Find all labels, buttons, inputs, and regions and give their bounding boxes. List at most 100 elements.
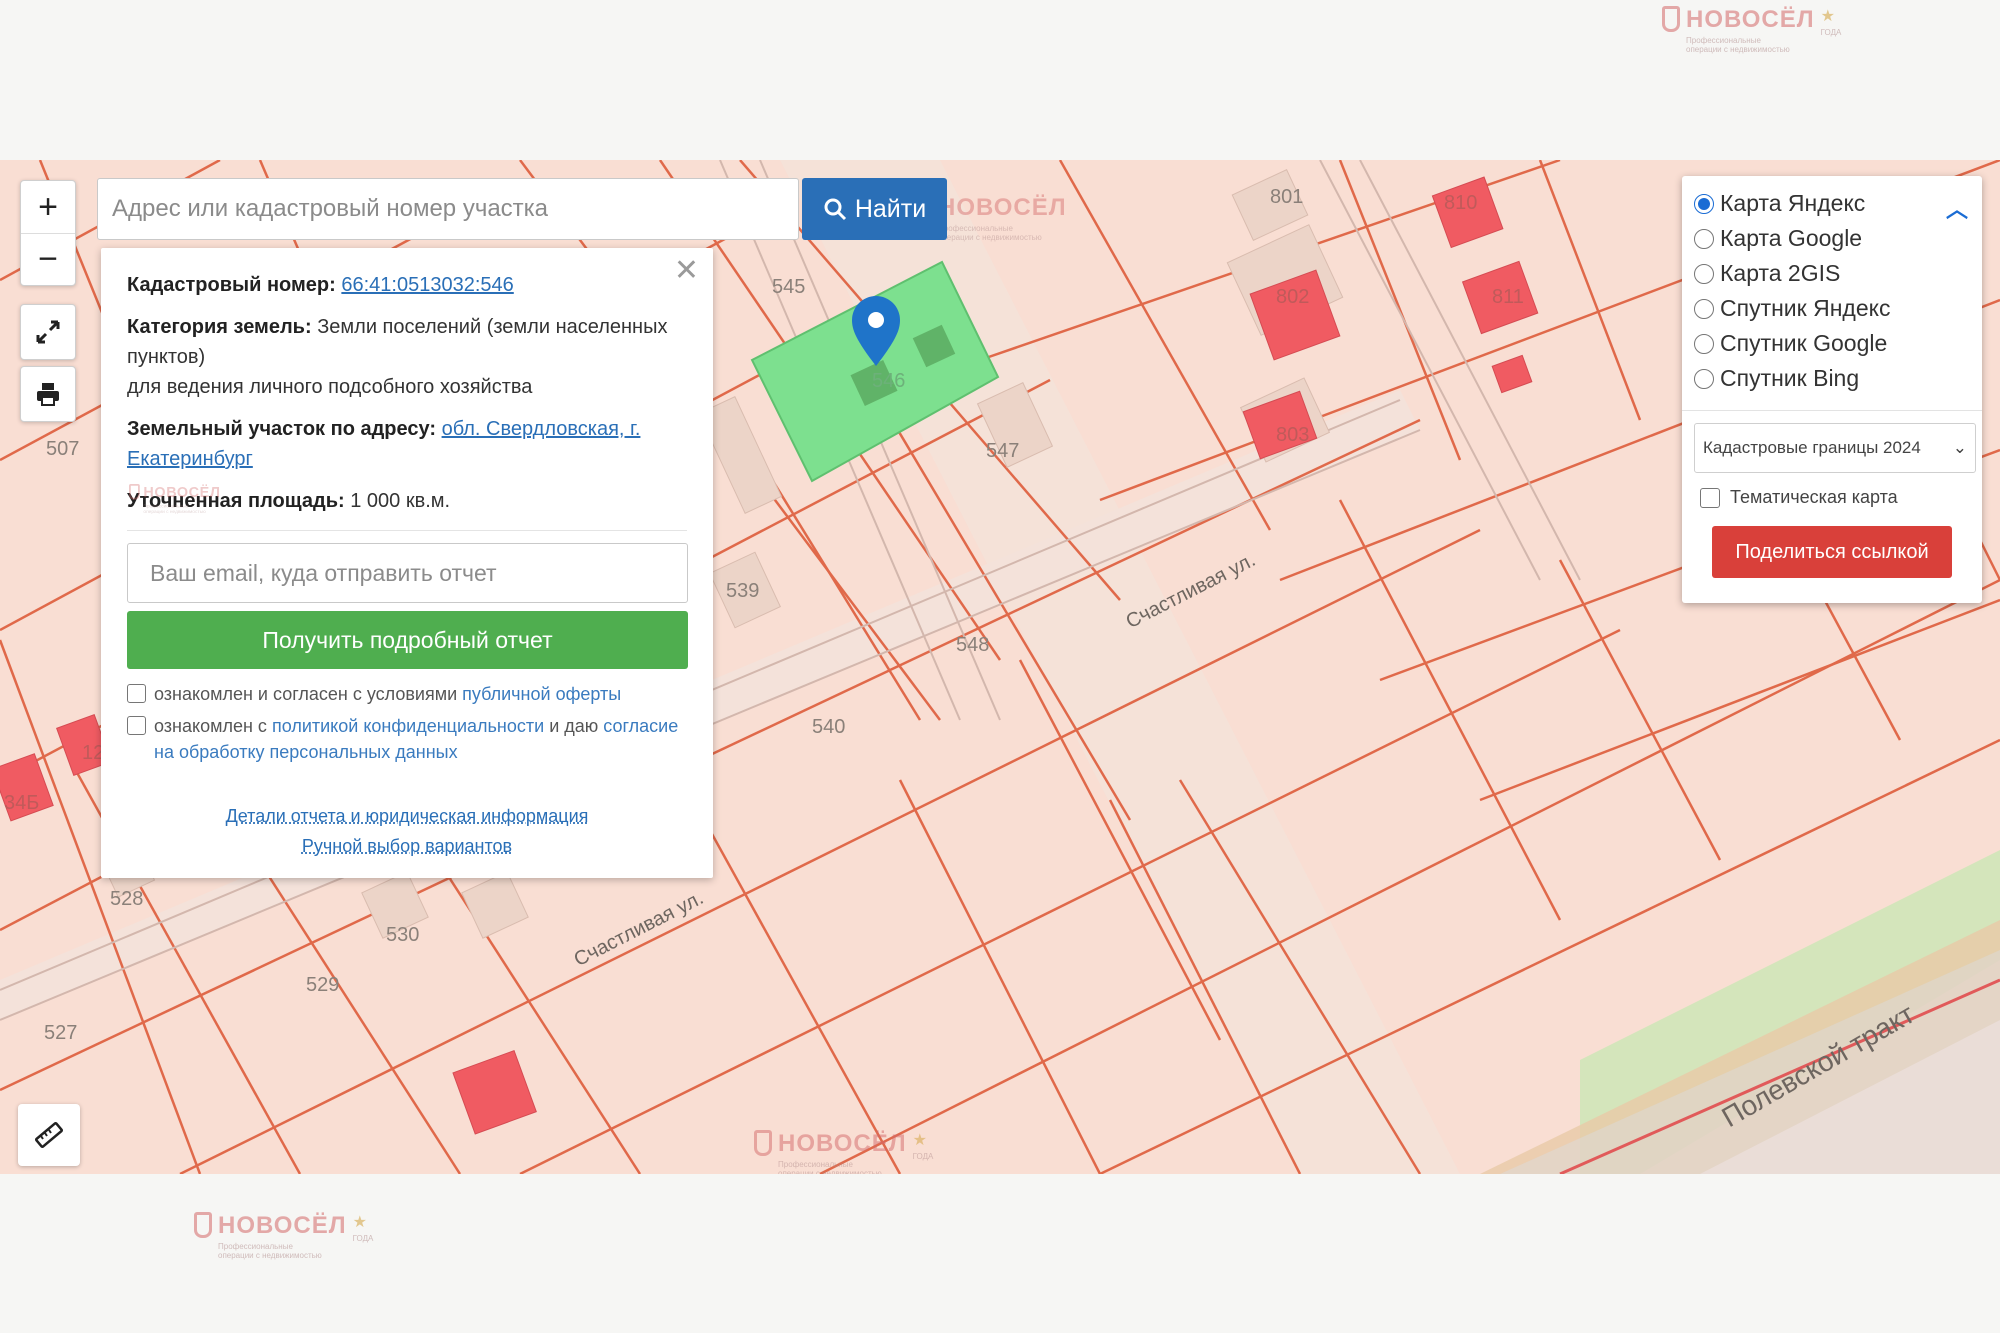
report-details-link[interactable]: Детали отчета и юридическая информация (127, 801, 687, 831)
radio-button[interactable] (1694, 368, 1714, 389)
watermark-top: НОВОСЁЛ Профессиональные операции с недв… (1662, 6, 1841, 54)
star-icon: ★ (352, 1214, 367, 1231)
category-row: Категория земель: Земли поселений (земли… (127, 312, 687, 372)
cadastral-number-link[interactable]: 66:41:0513032:546 (341, 274, 513, 296)
manual-selection-link[interactable]: Ручной выбор вариантов (127, 831, 687, 861)
parcel-label: 529 (306, 974, 340, 996)
privacy-consent-label: ознакомлен с (154, 716, 267, 736)
parcel-label: 540 (812, 716, 846, 738)
watermark-brand: НОВОСЁЛ (218, 1212, 347, 1239)
layer-option-label: Карта Google (1720, 225, 1863, 251)
radio-button[interactable] (1694, 193, 1714, 214)
select-value: Кадастровые границы 2024 (1703, 438, 1921, 457)
watermark-tagline: Профессиональные операции с недвижимость… (1686, 36, 1790, 54)
category-label: Категория земель: (127, 316, 312, 338)
fullscreen-button[interactable] (21, 305, 75, 359)
email-field[interactable] (127, 543, 688, 603)
watermark-bottom: НОВОСЁЛ Профессиональные операции с недв… (194, 1212, 373, 1260)
public-offer-link[interactable]: публичной оферты (462, 684, 621, 704)
fullscreen-control (20, 304, 76, 360)
area-row: Уточненная площадь: 1 000 кв.м. (127, 486, 687, 516)
divider (1682, 410, 1982, 411)
cadastral-layer-select[interactable]: Кадастровые границы 2024 ⌄ (1694, 423, 1976, 473)
parcel-label: 507 (46, 438, 80, 460)
cadastral-label: Кадастровый номер: (127, 274, 336, 296)
area-value: 1 000 кв.м. (350, 490, 451, 512)
layer-option-bing-satellite[interactable]: Спутник Bing (1694, 361, 1970, 396)
area-label: Уточненная площадь: (127, 490, 345, 512)
radio-button[interactable] (1694, 298, 1714, 319)
star-icon: ★ (1820, 8, 1835, 25)
printer-icon (37, 383, 59, 406)
divider (127, 530, 687, 531)
watermark-brand: НОВОСЁЛ (1686, 6, 1815, 33)
privacy-policy-link[interactable]: политикой конфиденциальности (272, 716, 544, 736)
search-icon (824, 198, 846, 221)
watermark-badge: ГОДА (1820, 28, 1842, 37)
radio-button[interactable] (1694, 333, 1714, 354)
watermark-tagline: Профессиональные операции с недвижимость… (218, 1242, 322, 1260)
offer-consent-text: ознакомлен и согласен с условиями публич… (154, 681, 621, 707)
offer-consent-row: ознакомлен и согласен с условиями публич… (127, 681, 687, 707)
layer-option-yandex-map[interactable]: Карта Яндекс (1694, 186, 1970, 221)
usage-text: для ведения личного подсобного хозяйства (127, 376, 533, 398)
privacy-consent-row: ознакомлен с политикой конфиденциальност… (127, 713, 687, 765)
parcel-label: 803 (1276, 424, 1310, 446)
offer-consent-checkbox[interactable] (127, 684, 146, 703)
thematic-map-row: Тематическая карта (1700, 487, 1970, 508)
chevron-down-icon: ⌄ (1952, 438, 1967, 457)
share-link-button[interactable]: Поделиться ссылкой (1712, 526, 1952, 578)
layer-option-label: Карта Яндекс (1720, 190, 1866, 216)
parcel-label: 530 (386, 924, 420, 946)
zoom-control: + − (20, 180, 76, 286)
logo-icon (1662, 6, 1680, 32)
layer-option-label: Спутник Bing (1720, 365, 1860, 391)
parcel-label: 811 (1492, 286, 1524, 308)
privacy-consent-checkbox[interactable] (127, 716, 146, 735)
search-button-label: Найти (854, 194, 927, 223)
privacy-consent-text: ознакомлен с политикой конфиденциальност… (154, 713, 687, 765)
layer-option-google-map[interactable]: Карта Google (1694, 221, 1970, 256)
ruler-button[interactable] (18, 1104, 80, 1166)
zoom-in-button[interactable]: + (21, 181, 75, 233)
layer-switcher-panel: ︿ Карта Яндекс Карта Google Карта 2GIS С… (1682, 176, 1982, 603)
chevron-up-icon[interactable]: ︿ (1946, 192, 1968, 224)
layer-option-label: Карта 2GIS (1720, 260, 1841, 286)
address-row: Земельный участок по адресу: обл. Свердл… (127, 414, 687, 474)
search-button[interactable]: Найти (802, 178, 947, 240)
logo-icon (194, 1212, 212, 1238)
print-control (20, 366, 76, 422)
parcel-label: 527 (44, 1022, 78, 1044)
address-label: Земельный участок по адресу: (127, 418, 437, 440)
close-icon[interactable]: ✕ (674, 256, 699, 286)
watermark-badge: ГОДА (352, 1234, 374, 1243)
parcel-label: 802 (1276, 286, 1310, 308)
radio-button[interactable] (1694, 228, 1714, 249)
get-report-button[interactable]: Получить подробный отчет (127, 611, 688, 669)
layer-option-label: Спутник Яндекс (1720, 295, 1891, 321)
parcel-label: 34Б (4, 792, 40, 814)
cadastral-row: Кадастровый номер: 66:41:0513032:546 (127, 270, 687, 300)
layer-option-google-satellite[interactable]: Спутник Google (1694, 326, 1970, 361)
parcel-info-panel: ✕ Кадастровый номер: 66:41:0513032:546 К… (101, 248, 713, 878)
search-input[interactable] (97, 178, 799, 240)
layer-option-yandex-satellite[interactable]: Спутник Яндекс (1694, 291, 1970, 326)
offer-consent-label: ознакомлен и согласен с условиями (154, 684, 458, 704)
parcel-label: 546 (872, 370, 906, 392)
print-button[interactable] (21, 367, 75, 421)
parcel-label: 528 (110, 888, 144, 910)
parcel-label: 548 (956, 634, 990, 656)
parcel-label: 545 (772, 276, 806, 298)
zoom-out-button[interactable]: − (21, 233, 75, 285)
info-links: Детали отчета и юридическая информация Р… (127, 801, 687, 861)
thematic-map-checkbox[interactable] (1700, 487, 1720, 508)
parcel-label: 539 (726, 580, 760, 602)
expand-icon (36, 320, 60, 344)
thematic-map-label: Тематическая карта (1730, 487, 1898, 507)
layer-option-2gis-map[interactable]: Карта 2GIS (1694, 256, 1970, 291)
parcel-label: 547 (986, 440, 1020, 462)
layer-option-label: Спутник Google (1720, 330, 1888, 356)
radio-button[interactable] (1694, 263, 1714, 284)
parcel-label: 810 (1444, 192, 1478, 214)
page: НОВОСЁЛ Профессиональные операции с недв… (0, 0, 2000, 1333)
